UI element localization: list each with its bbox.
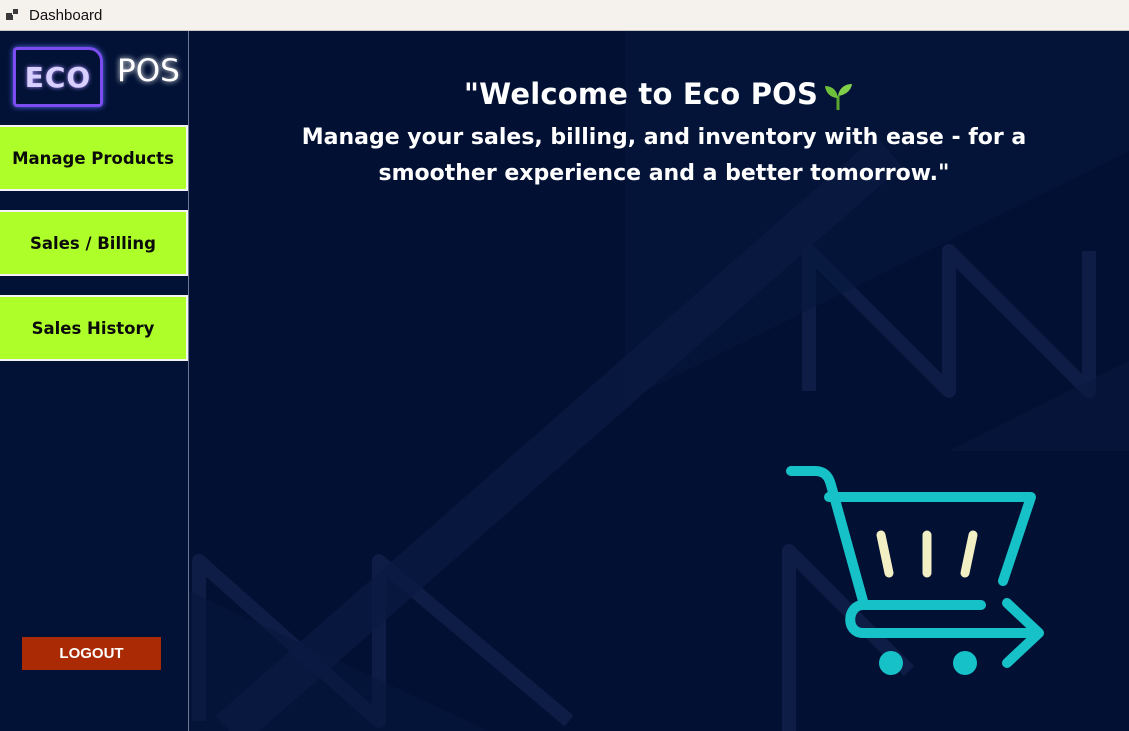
sales-history-button[interactable]: Sales History — [0, 295, 188, 361]
window-title: Dashboard — [29, 6, 103, 24]
sprout-icon — [825, 84, 853, 110]
window-titlebar: Dashboard — [0, 0, 1129, 31]
shopping-cart-icon — [786, 466, 1044, 675]
logo-badge: ECO — [13, 47, 103, 107]
manage-products-button[interactable]: Manage Products — [0, 125, 188, 191]
main-panel: "Welcome to Eco POS Manage your sales, b… — [189, 31, 1129, 731]
eco-pos-logo: ECO POS — [13, 45, 188, 109]
welcome-tagline: Manage your sales, billing, and inventor… — [301, 125, 1027, 186]
logo-text: POS — [117, 53, 180, 89]
logo-badge-text: ECO — [24, 60, 92, 94]
sidebar: ECO POS Manage Products Sales / Billing … — [0, 31, 189, 731]
sales-billing-button[interactable]: Sales / Billing — [0, 210, 188, 276]
welcome-headline: "Welcome to Eco POS — [189, 77, 1129, 112]
app-window-icon — [6, 8, 20, 22]
welcome-headline-text: "Welcome to Eco POS — [463, 77, 819, 111]
logout-button[interactable]: LOGOUT — [22, 637, 161, 670]
